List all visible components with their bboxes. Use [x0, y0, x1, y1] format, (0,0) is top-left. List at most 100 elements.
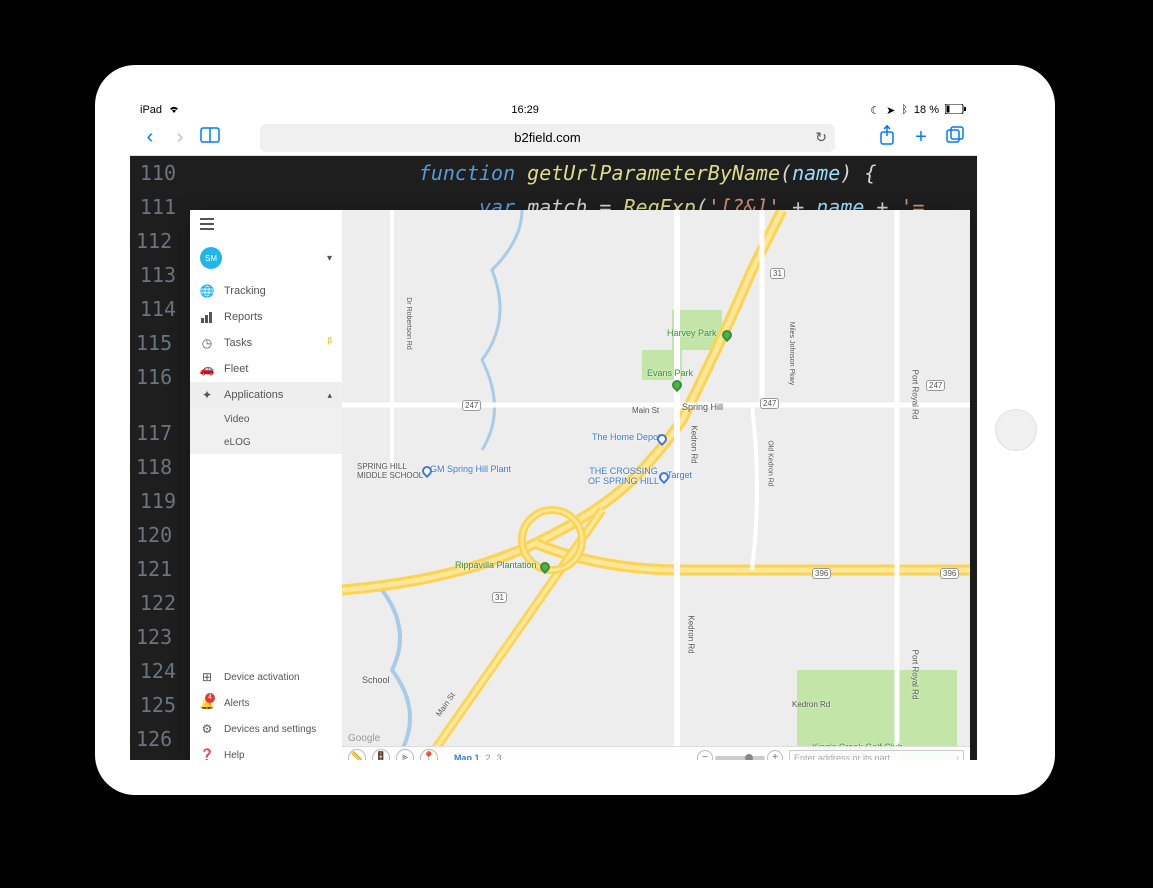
- share-tool[interactable]: ⪢: [396, 749, 414, 761]
- sidebar-item-label: Alerts: [224, 698, 332, 709]
- line-number: 121: [136, 552, 186, 586]
- moon-icon: ☾: [870, 104, 880, 117]
- app-window: SM ▾ 🌐 Tracking Reports: [190, 210, 970, 760]
- map-place-label: Rippavilla Plantation: [455, 560, 537, 570]
- map-place-label: GM Spring Hill Plant: [430, 464, 511, 474]
- sidebar-item-applications[interactable]: ✦ Applications ▴: [190, 382, 342, 408]
- sidebar-item-label: Applications: [224, 389, 317, 401]
- safari-toolbar: ‹ › b2field.com ↻ +: [130, 120, 977, 156]
- forward-button[interactable]: ›: [170, 126, 190, 149]
- road-shield: 396: [812, 568, 831, 579]
- user-menu[interactable]: SM ▾: [190, 238, 342, 278]
- line-number: 111: [136, 190, 190, 224]
- sidebar-item-alerts[interactable]: 🔔 4 Alerts: [190, 690, 342, 716]
- map-place-label: Harvey Park: [667, 328, 717, 338]
- map-road-label: Dr Robertson Rd: [405, 297, 412, 350]
- line-number: 115: [136, 326, 186, 360]
- ipad-frame: iPad 16:29 ☾ ➤ ᛒ 18 % ‹ ›: [95, 65, 1055, 795]
- map-road-label: Kedron Rd: [687, 615, 696, 653]
- sidebar-item-device-activation[interactable]: ⊞ Device activation: [190, 664, 342, 690]
- map-place-label: Target: [667, 470, 692, 480]
- line-number: 110: [136, 156, 190, 190]
- chevron-down-icon: ▾: [327, 253, 332, 264]
- map-tab[interactable]: Map 1: [454, 753, 480, 761]
- sidebar-item-label: Fleet: [224, 363, 332, 375]
- screen: iPad 16:29 ☾ ➤ ᛒ 18 % ‹ ›: [130, 100, 977, 760]
- marker-tool[interactable]: 📍: [420, 749, 438, 761]
- map-place-label: The Home Depot: [592, 432, 661, 442]
- line-number: 125: [136, 688, 190, 722]
- location-icon: ➤: [886, 104, 895, 117]
- sidebar-item-label: Video: [224, 414, 332, 425]
- map-road-label: Old Kedron Rd: [767, 440, 774, 486]
- traffic-tool[interactable]: 🚦: [372, 749, 390, 761]
- sidebar-item-devices-settings[interactable]: ⚙ Devices and settings: [190, 716, 342, 742]
- map-place-label: SPRING HILL MIDDLE SCHOOL: [357, 462, 423, 480]
- sidebar-item-tracking[interactable]: 🌐 Tracking: [190, 278, 342, 304]
- search-placeholder: Enter address or its part...: [794, 753, 898, 761]
- road-shield: 31: [492, 592, 507, 603]
- sidebar-item-elog[interactable]: eLOG: [190, 431, 342, 454]
- zoom-out-button[interactable]: −: [697, 750, 713, 761]
- chevron-up-icon: ▴: [327, 390, 332, 401]
- map-place-label: Evans Park: [647, 368, 693, 378]
- clock: 16:29: [511, 104, 539, 116]
- ruler-tool[interactable]: 📏: [348, 749, 366, 761]
- bookmarks-icon[interactable]: [200, 127, 220, 148]
- map-place-label: THE CROSSING OF SPRING HILL: [588, 466, 659, 486]
- google-attribution: Google: [348, 733, 380, 744]
- sidebar-item-tasks[interactable]: ◷ Tasks β: [190, 330, 342, 356]
- map-road-label: Main St: [632, 406, 659, 415]
- line-number: 118: [136, 450, 186, 484]
- sidebar-item-label: Tracking: [224, 285, 332, 297]
- wifi-icon: [168, 104, 180, 117]
- road-shield: 247: [926, 380, 945, 391]
- road-shield: 247: [760, 398, 779, 409]
- avatar: SM: [200, 247, 222, 269]
- sidebar-item-video[interactable]: Video: [190, 408, 342, 431]
- share-icon[interactable]: [875, 125, 899, 151]
- road-shield: 396: [940, 568, 959, 579]
- bluetooth-icon: ᛒ: [901, 104, 908, 116]
- map-place-label: School: [362, 675, 390, 685]
- back-button[interactable]: ‹: [140, 126, 160, 149]
- globe-icon: 🌐: [200, 284, 214, 298]
- line-number: 120: [136, 518, 186, 552]
- url-bar[interactable]: b2field.com ↻: [260, 124, 835, 152]
- chart-icon: [200, 310, 214, 324]
- line-number: 124: [136, 654, 190, 688]
- home-button[interactable]: [995, 409, 1037, 451]
- tabs-icon[interactable]: [943, 126, 967, 150]
- line-number: 126: [136, 722, 186, 756]
- map-search-input[interactable]: Enter address or its part... ›: [789, 750, 964, 761]
- clock-icon: ◷: [200, 336, 214, 350]
- line-number: 117: [136, 416, 186, 450]
- url-text: b2field.com: [514, 130, 580, 145]
- sidebar-item-fleet[interactable]: 🚗 Fleet: [190, 356, 342, 382]
- line-number: 116: [136, 360, 186, 394]
- map[interactable]: Spring Hill Harvey Park Evans Park The H…: [342, 210, 970, 760]
- sidebar-item-help[interactable]: ❓ Help: [190, 742, 342, 760]
- chevron-right-icon: ›: [956, 753, 959, 760]
- battery-icon: [945, 104, 967, 117]
- new-tab-icon[interactable]: +: [909, 126, 933, 149]
- map-tab[interactable]: 3: [497, 753, 502, 761]
- reload-icon[interactable]: ↻: [815, 129, 827, 146]
- map-road-label: Port Royal Rd: [910, 650, 919, 700]
- sidebar-item-label: Devices and settings: [224, 724, 332, 735]
- sidebar: SM ▾ 🌐 Tracking Reports: [190, 210, 342, 760]
- line-number: 113: [136, 258, 190, 292]
- line-number: 122: [136, 586, 190, 620]
- help-icon: ❓: [200, 748, 214, 760]
- line-number: 123: [136, 620, 186, 654]
- map-place-label: Spring Hill: [682, 402, 723, 412]
- sidebar-item-label: Device activation: [224, 672, 332, 683]
- zoom-in-button[interactable]: +: [767, 750, 783, 761]
- ios-status-bar: iPad 16:29 ☾ ➤ ᛒ 18 %: [130, 100, 977, 120]
- map-road-label: Kedron Rd: [690, 425, 699, 463]
- map-road-label: Miles Johnson Pkwy: [788, 322, 795, 385]
- zoom-slider[interactable]: [715, 756, 765, 760]
- sidebar-item-reports[interactable]: Reports: [190, 304, 342, 330]
- hamburger-icon[interactable]: [200, 218, 214, 230]
- map-tab[interactable]: 2: [486, 753, 491, 761]
